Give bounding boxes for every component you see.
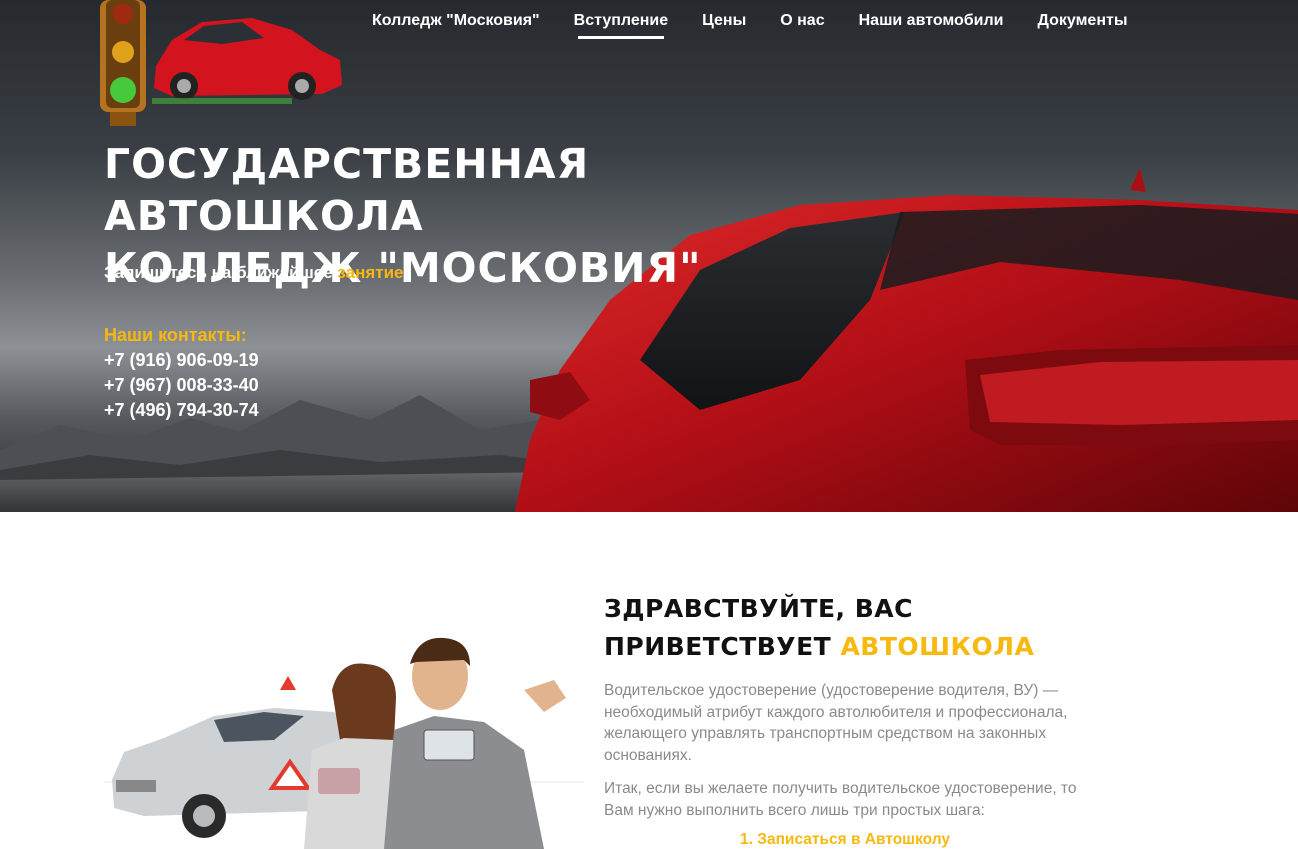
phone-2[interactable]: +7 (967) 008-33-40 <box>104 373 259 398</box>
hero-subtitle: Запишитесь на ближайшее занятие <box>104 263 404 283</box>
step-1[interactable]: 1. Записаться в Автошколу <box>740 831 950 849</box>
logo-traffic-light-car[interactable] <box>92 0 348 128</box>
welcome-title-line1: Здравствуйте, вас <box>604 594 913 623</box>
intro-paragraph-1: Водительское удостоверение (удостоверени… <box>604 682 1068 764</box>
contacts-label: Наши контакты: <box>104 325 247 345</box>
hero-subtitle-text: Запишитесь на ближайшее <box>104 263 333 282</box>
nav-item-about[interactable]: О нас <box>780 12 824 38</box>
nav-item-intro[interactable]: Вступление <box>574 12 668 39</box>
hero-section: Колледж "Московия" Вступление Цены О нас… <box>0 0 1298 512</box>
main-nav: Колледж "Московия" Вступление Цены О нас… <box>372 12 1161 39</box>
phone-3[interactable]: +7 (496) 794-30-74 <box>104 398 259 423</box>
contacts-block: Наши контакты: +7 (916) 906-09-19 +7 (96… <box>104 323 259 423</box>
welcome-title-line2: приветствует <box>604 632 832 661</box>
intro-paragraph-2: Итак, если вы желаете получить водительс… <box>604 780 1077 819</box>
nav-item-cars[interactable]: Наши автомобили <box>859 12 1004 38</box>
nav-item-prices[interactable]: Цены <box>702 12 746 38</box>
hero-title-line1: Государственная автошкола <box>104 140 590 240</box>
welcome-title-highlight: Автошкола <box>840 632 1035 661</box>
signup-link[interactable]: занятие <box>337 263 403 282</box>
nav-item-college[interactable]: Колледж "Московия" <box>372 12 540 38</box>
welcome-title: Здравствуйте, вас приветствует Автошкола <box>604 590 1124 666</box>
nav-item-documents[interactable]: Документы <box>1038 12 1128 38</box>
phone-1[interactable]: +7 (916) 906-09-19 <box>104 348 259 373</box>
students-with-car-image <box>104 637 584 849</box>
